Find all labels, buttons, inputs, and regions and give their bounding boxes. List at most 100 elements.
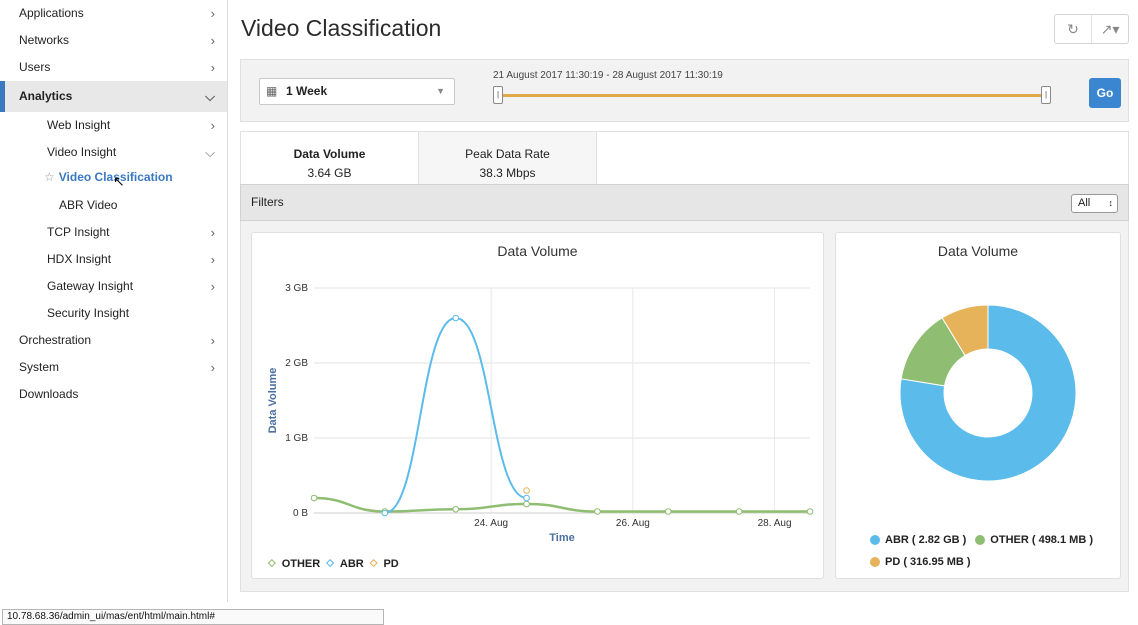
sidebar-item-label: Users	[19, 60, 51, 74]
title-actions: ↻ ↗▾	[1054, 14, 1129, 44]
chevron-right-icon: ›	[210, 252, 215, 267]
sidebar-item-label: Downloads	[19, 387, 79, 401]
tab-peak-data-rate[interactable]: Peak Data Rate 38.3 Mbps	[419, 132, 597, 185]
sidebar-item-analytics[interactable]: Analytics ⌵	[0, 81, 227, 112]
sidebar-item-label: Analytics	[19, 89, 73, 103]
time-period-select[interactable]: ▦ 1 Week ▼	[259, 78, 455, 105]
legend-dot-pd-icon	[870, 557, 880, 567]
chevron-right-icon: ›	[210, 279, 215, 294]
legend-dot-abr-icon	[870, 535, 880, 545]
updown-arrow-icon: ↕	[1108, 198, 1114, 208]
data-point-other	[452, 505, 460, 513]
browser-status-url: 10.78.68.36/admin_ui/mas/ent/html/main.h…	[2, 609, 384, 625]
series-line-other	[313, 496, 810, 513]
sidebar: Applications › Networks › Users › Analytics…	[0, 0, 228, 602]
sidebar-item-system[interactable]: System ›	[0, 354, 227, 381]
legend-marker-pd-icon: ⬦	[369, 557, 378, 569]
data-point-other	[523, 500, 530, 508]
x-tick-label: 28. Aug	[758, 518, 792, 529]
chevron-right-icon: ›	[210, 225, 215, 240]
dropdown-arrow-icon: ▼	[436, 86, 445, 96]
series-line-abr	[384, 316, 527, 514]
data-point-other	[735, 508, 743, 515]
data-point-pd	[523, 487, 530, 494]
star-icon[interactable]: ☆	[44, 170, 55, 184]
sidebar-item-label: Video Insight	[47, 145, 117, 159]
tab-value: 3.64 GB	[307, 166, 352, 180]
legend-label-other[interactable]: OTHER	[282, 558, 321, 570]
pie-legend-row-1: ABR ( 2.82 GB ) OTHER ( 498.1 MB )	[870, 534, 1093, 546]
time-filter-bar: ▦ 1 Week ▼ 21 August 2017 11:30:19 - 28 …	[240, 59, 1129, 122]
y-tick-label: 3 GB	[285, 283, 308, 294]
tab-value: 38.3 Mbps	[479, 166, 536, 180]
chevron-right-icon: ›	[210, 6, 215, 21]
data-point-abr	[381, 509, 389, 517]
legend-marker-abr-icon: ⬦	[326, 557, 334, 569]
tab-data-volume[interactable]: Data Volume 3.64 GB	[241, 132, 419, 185]
sidebar-item-users[interactable]: Users ›	[0, 54, 227, 81]
time-range-label: 21 August 2017 11:30:19 - 28 August 2017…	[493, 70, 723, 81]
sidebar-item-label: TCP Insight	[47, 225, 110, 239]
sidebar-item-label: Networks	[19, 33, 70, 47]
data-point-abr	[523, 494, 530, 502]
sidebar-item-applications[interactable]: Applications ›	[0, 0, 227, 27]
pie-legend-pd[interactable]: PD ( 316.95 MB )	[885, 556, 971, 568]
sidebar-item-orchestration[interactable]: Orchestration ›	[0, 327, 227, 354]
x-tick-label: 26. Aug	[616, 518, 650, 529]
pie-chart	[899, 304, 1077, 482]
sidebar-item-label: HDX Insight	[47, 252, 112, 266]
sidebar-item-label: Orchestration	[19, 333, 92, 347]
line-chart-panel: Data Volume 0 B 1 GB 2 GB 3 GB 24. Aug 26. Au…	[251, 232, 824, 579]
chevron-down-icon: ⌵	[205, 145, 215, 160]
export-icon[interactable]: ↗▾	[1091, 15, 1128, 43]
sidebar-item-tcp-insight[interactable]: TCP Insight ›	[0, 219, 227, 246]
sidebar-item-networks[interactable]: Networks ›	[0, 27, 227, 54]
sidebar-item-label: Web Insight	[47, 118, 111, 132]
filters-select[interactable]: All ↕	[1071, 194, 1118, 213]
refresh-icon[interactable]: ↻	[1055, 15, 1091, 43]
data-point-other	[310, 494, 318, 502]
legend-dot-other-icon	[975, 535, 986, 545]
y-axis-label: Data Volume	[267, 368, 279, 434]
x-tick-label: 24. Aug	[474, 518, 508, 529]
sidebar-item-security-insight[interactable]: Security Insight	[0, 300, 227, 327]
metric-tabs: Data Volume 3.64 GB Peak Data Rate 38.3 …	[240, 131, 1129, 185]
app-root: Applications › Networks › Users › Analytics…	[0, 0, 1138, 625]
sidebar-item-hdx-insight[interactable]: HDX Insight ›	[0, 246, 227, 273]
tab-label: Peak Data Rate	[465, 147, 550, 161]
pie-legend-abr[interactable]: ABR ( 2.82 GB )	[885, 534, 966, 546]
pie-legend-row-2: PD ( 316.95 MB )	[870, 556, 971, 568]
pie-legend-other[interactable]: OTHER ( 498.1 MB )	[990, 534, 1093, 546]
data-point-abr	[452, 314, 460, 322]
line-chart-legend: ⬦ OTHER ⬦ ABR ⬦ PD	[268, 557, 399, 570]
slider-handle-end[interactable]: |	[1041, 86, 1051, 104]
calendar-icon: ▦	[266, 84, 278, 98]
sidebar-item-video-insight[interactable]: Video Insight ⌵	[0, 139, 227, 166]
pie-chart-panel: Data Volume ABR ( 2.82 GB ) OTHER ( 498.…	[835, 232, 1121, 579]
go-button[interactable]: Go	[1089, 78, 1121, 108]
data-point-other	[664, 508, 672, 515]
data-point-other	[594, 508, 601, 515]
sidebar-item-label: Applications	[19, 6, 84, 20]
y-tick-label: 2 GB	[285, 358, 308, 369]
slider-handle-start[interactable]: |	[493, 86, 503, 104]
filters-label: Filters	[251, 195, 284, 209]
legend-label-abr[interactable]: ABR	[340, 558, 364, 570]
sidebar-item-downloads[interactable]: Downloads	[0, 381, 227, 408]
chevron-right-icon: ›	[210, 60, 215, 75]
chevron-right-icon: ›	[210, 33, 215, 48]
y-tick-label: 1 GB	[285, 433, 308, 444]
chevron-right-icon: ›	[210, 333, 215, 348]
page-title: Video Classification	[241, 15, 442, 41]
sidebar-item-gateway-insight[interactable]: Gateway Insight ›	[0, 273, 227, 300]
y-tick-label: 0 B	[293, 508, 308, 519]
sidebar-item-abr-video[interactable]: ABR Video	[0, 192, 227, 219]
time-period-value: 1 Week	[286, 84, 328, 98]
legend-label-pd[interactable]: PD	[383, 558, 398, 570]
sidebar-item-web-insight[interactable]: Web Insight ›	[0, 112, 227, 139]
charts-area: Data Volume 0 B 1 GB 2 GB 3 GB 24. Aug 26. Au…	[240, 221, 1129, 592]
sidebar-item-label: System	[19, 360, 60, 374]
tab-label: Data Volume	[293, 147, 366, 161]
filters-select-value: All	[1078, 197, 1091, 209]
time-range-slider-track[interactable]	[499, 94, 1049, 97]
